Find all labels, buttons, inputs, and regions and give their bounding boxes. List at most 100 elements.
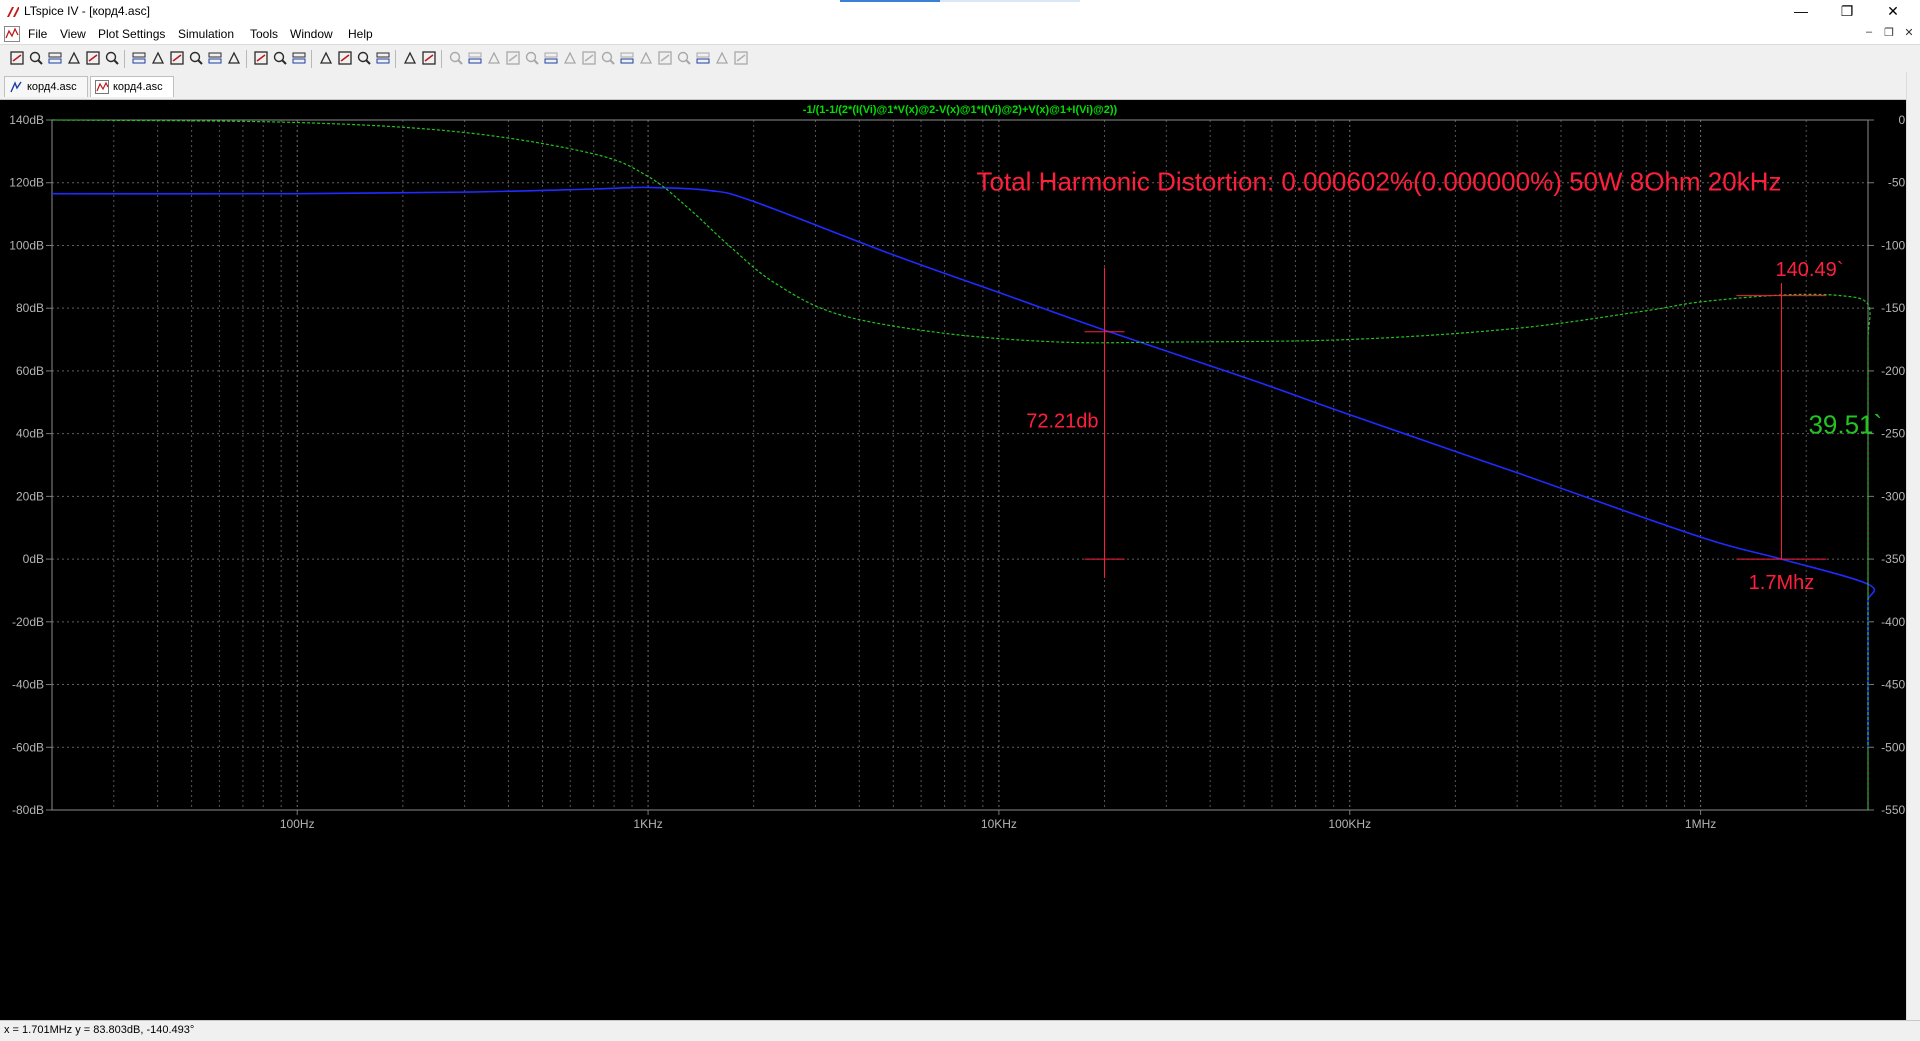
copy-icon[interactable] xyxy=(336,49,354,67)
diode-icon[interactable] xyxy=(561,49,579,67)
redo-icon[interactable] xyxy=(656,49,674,67)
minimize-button[interactable]: — xyxy=(1778,0,1824,24)
mirror-icon[interactable] xyxy=(694,49,712,67)
y2-tick-label: -550° xyxy=(1881,803,1906,817)
x-tick-label: 10KHz xyxy=(981,817,1017,831)
y-tick-label: 140dB xyxy=(9,113,44,127)
menu-window[interactable]: Window xyxy=(290,27,333,41)
title-accent-light xyxy=(940,0,1080,2)
new-schematic-icon[interactable] xyxy=(8,49,26,67)
y2-tick-label: -100° xyxy=(1881,238,1906,252)
zoom-in-icon[interactable] xyxy=(130,49,148,67)
zoom-pan-icon[interactable] xyxy=(149,49,167,67)
print-icon[interactable] xyxy=(420,49,438,67)
restore-button[interactable]: ❐ xyxy=(1824,0,1870,24)
rotate-icon[interactable] xyxy=(675,49,693,67)
y-tick-label: 80dB xyxy=(16,301,44,315)
paste-icon[interactable] xyxy=(355,49,373,67)
mdi-restore-button[interactable]: ❐ xyxy=(1880,26,1898,42)
zoom-fit-icon[interactable] xyxy=(187,49,205,67)
undo-icon[interactable] xyxy=(637,49,655,67)
y2-tick-label: 0° xyxy=(1899,113,1906,127)
y-tick-label: 100dB xyxy=(9,238,44,252)
move-icon[interactable] xyxy=(599,49,617,67)
save-icon[interactable] xyxy=(46,49,64,67)
menu-bar: File View Plot Settings Simulation Tools… xyxy=(0,24,1920,44)
halt-icon[interactable] xyxy=(103,49,121,67)
menu-tools[interactable]: Tools xyxy=(250,27,278,41)
y-tick-label: 40dB xyxy=(16,427,44,441)
y-tick-label: 60dB xyxy=(16,364,44,378)
run-icon[interactable] xyxy=(84,49,102,67)
mdi-minimize-button[interactable]: – xyxy=(1860,26,1878,42)
spice-directive-icon[interactable] xyxy=(732,49,750,67)
right-axis-ticks: 0° -50° -100° -150° -200° -250° -300° -350° -400… xyxy=(1868,113,1906,817)
tile-horizontal-icon[interactable] xyxy=(252,49,270,67)
y2-tick-label: -50° xyxy=(1888,176,1906,190)
toolbar-separator xyxy=(246,50,247,68)
resistor-icon[interactable] xyxy=(504,49,522,67)
waveform-window-icon[interactable] xyxy=(4,26,20,42)
phase-trace[interactable] xyxy=(51,119,1871,810)
phase-annotation[interactable]: 140.49` xyxy=(1776,259,1844,281)
trace-expression[interactable]: -1/(1-1/(2*(I(Vi)@1*V(x)@2-V(x)@1*I(Vi)@… xyxy=(803,104,1118,116)
thd-annotation[interactable]: Total Harmonic Distortion: 0.000602%(0.0… xyxy=(977,167,1782,197)
tab-schematic-label: корд4.asc xyxy=(27,81,77,93)
waveform-icon xyxy=(95,80,109,94)
mdi-close-button[interactable]: ✕ xyxy=(1900,26,1918,42)
toolbar xyxy=(0,44,1920,74)
bode-plot[interactable]: 140dB 120dB 100dB 80dB 60dB 40dB 20dB 0dB -20dB -… xyxy=(0,100,1906,1020)
control-panel-icon[interactable] xyxy=(65,49,83,67)
cut-icon[interactable] xyxy=(317,49,335,67)
open-icon[interactable] xyxy=(27,49,45,67)
toolbar-separator xyxy=(441,50,442,68)
tab-schematic[interactable]: корд4.asc xyxy=(4,76,88,97)
tab-waveform[interactable]: корд4.asc xyxy=(90,76,174,97)
y2-tick-label: -450° xyxy=(1881,678,1906,692)
plot-pane[interactable]: 140dB 120dB 100dB 80dB 60dB 40dB 20dB 0dB -20dB -… xyxy=(0,100,1920,1020)
traces xyxy=(51,119,1876,810)
text-icon[interactable] xyxy=(713,49,731,67)
menu-plot-settings[interactable]: Plot Settings xyxy=(98,27,165,41)
find-icon[interactable] xyxy=(374,49,392,67)
status-bar: x = 1.701MHz y = 83.803dB, -140.493° xyxy=(0,1020,1920,1041)
tab-waveform-label: корд4.asc xyxy=(113,81,163,93)
y2-tick-label: -250° xyxy=(1881,427,1906,441)
y-tick-label: 120dB xyxy=(9,176,44,190)
phase-margin-annotation[interactable]: 39.51` xyxy=(1808,410,1882,440)
y-tick-label: -80dB xyxy=(12,803,44,817)
tile-vertical-icon[interactable] xyxy=(271,49,289,67)
x-axis-ticks: 100Hz1KHz10KHz100KHz1MHz10MHz xyxy=(280,810,1716,831)
title-accent xyxy=(840,0,940,2)
y-tick-label: -20dB xyxy=(12,615,44,629)
capacitor-icon[interactable] xyxy=(523,49,541,67)
gain-annotation[interactable]: 72.21db xyxy=(1026,411,1098,433)
window-title: LTspice IV - [корд4.asc] xyxy=(24,4,150,18)
menu-help[interactable]: Help xyxy=(348,27,373,41)
zoom-out-icon[interactable] xyxy=(168,49,186,67)
title-bar: LTspice IV - [корд4.asc] — ❐ ✕ xyxy=(0,0,1920,25)
inductor-icon[interactable] xyxy=(542,49,560,67)
left-axis-ticks: 140dB 120dB 100dB 80dB 60dB 40dB 20dB 0dB -20dB -… xyxy=(9,113,52,817)
label-icon[interactable] xyxy=(485,49,503,67)
y2-tick-label: -350° xyxy=(1881,552,1906,566)
y-tick-label: -40dB xyxy=(12,678,44,692)
magnitude-trace[interactable] xyxy=(51,186,1876,748)
print-preview-icon[interactable] xyxy=(401,49,419,67)
ground-icon[interactable] xyxy=(466,49,484,67)
autorange-icon[interactable] xyxy=(206,49,224,67)
y2-tick-label: -200° xyxy=(1881,364,1906,378)
toolbar-separator xyxy=(395,50,396,68)
menu-simulation[interactable]: Simulation xyxy=(178,27,234,41)
menu-file[interactable]: File xyxy=(28,27,47,41)
component-icon[interactable] xyxy=(580,49,598,67)
vertical-scrollbar[interactable] xyxy=(1906,72,1920,1020)
close-button[interactable]: ✕ xyxy=(1870,0,1916,24)
menu-view[interactable]: View xyxy=(60,27,86,41)
mark-icon[interactable] xyxy=(225,49,243,67)
cascade-icon[interactable] xyxy=(290,49,308,67)
drag-icon[interactable] xyxy=(618,49,636,67)
frequency-annotation[interactable]: 1.7Mhz xyxy=(1749,572,1815,594)
document-tab-bar: корд4.asc корд4.asc xyxy=(0,73,1920,100)
wire-icon[interactable] xyxy=(447,49,465,67)
